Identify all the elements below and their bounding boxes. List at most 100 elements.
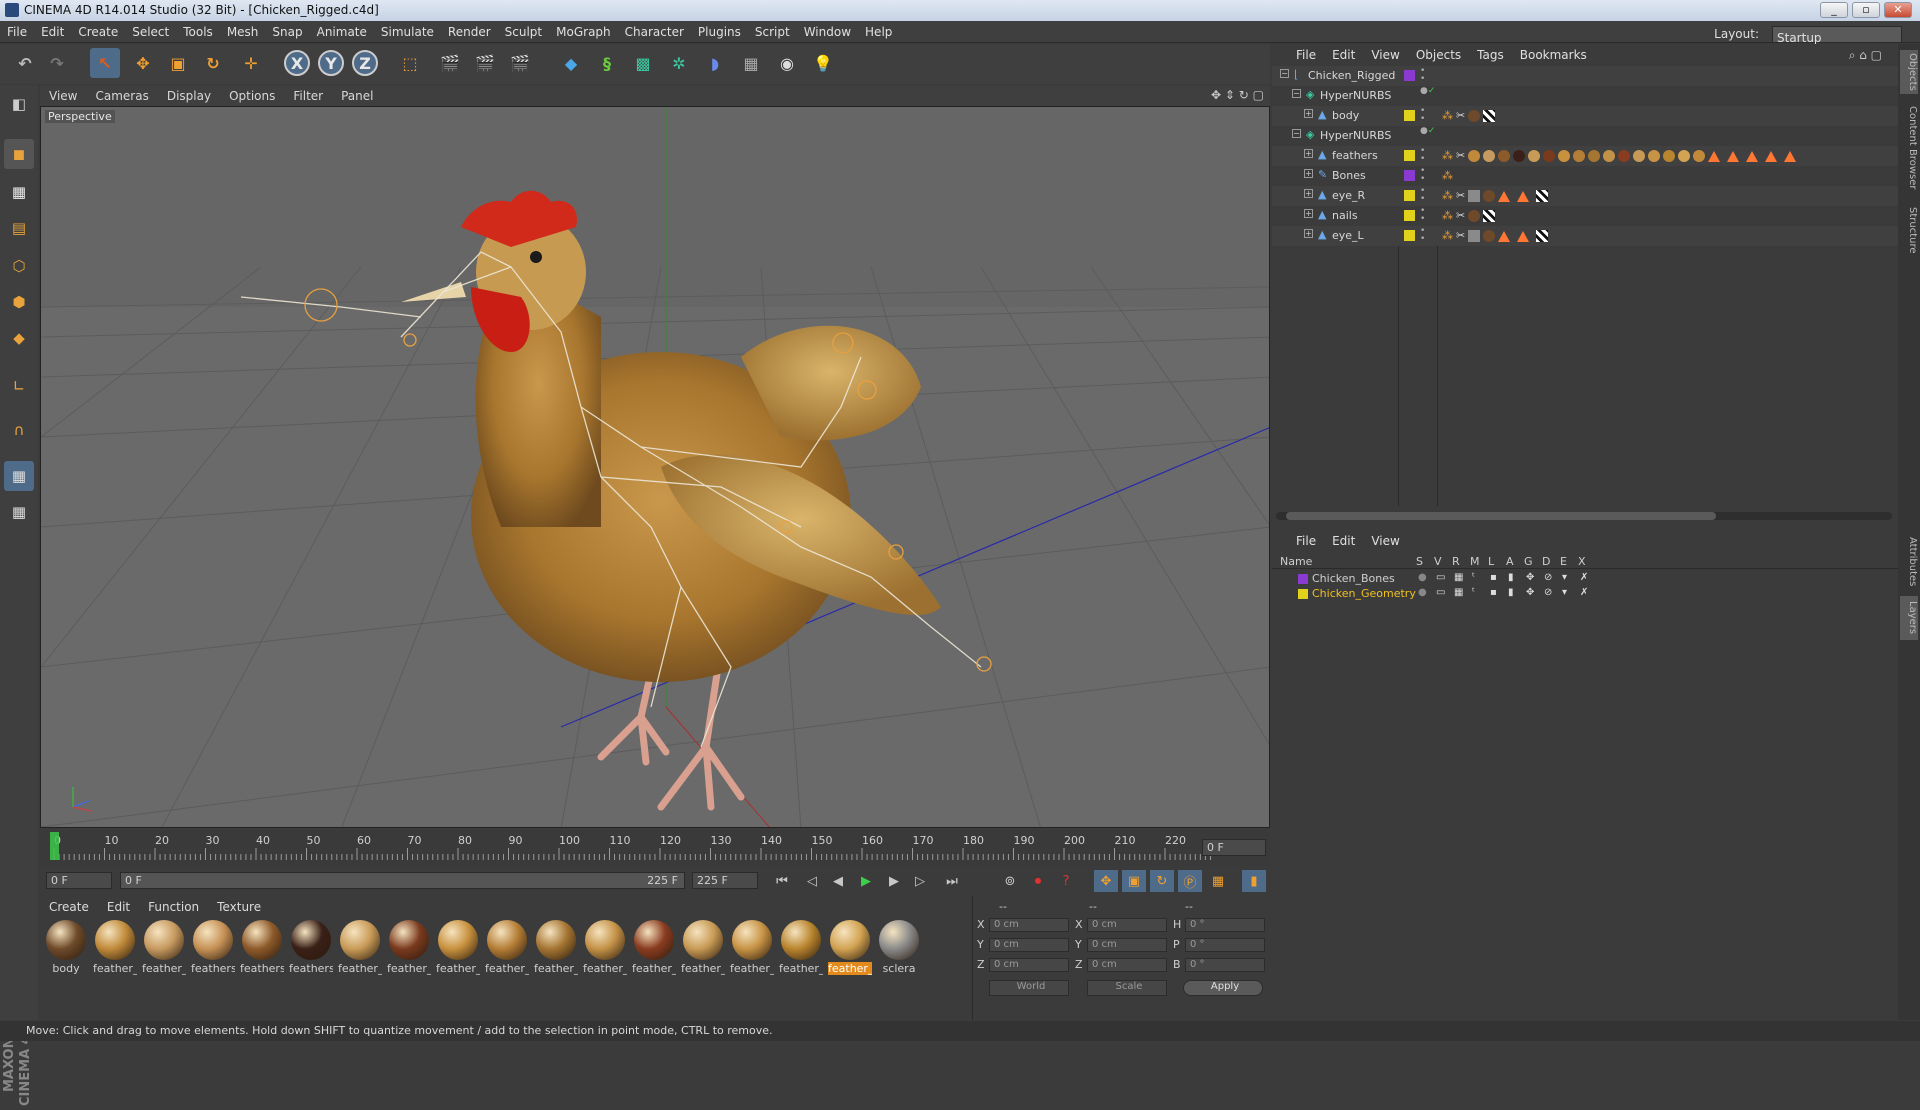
layer-row[interactable]: Chicken_Bones ● ▭ ▦ ᵗ ▪ ▮ ✥ ⊘ ▾ ✗ bbox=[1272, 572, 1898, 586]
layer-column-e[interactable]: E bbox=[1560, 555, 1567, 568]
expand-toggle-icon[interactable]: + bbox=[1304, 229, 1313, 238]
points-mode-icon[interactable]: ⬡ bbox=[4, 251, 34, 281]
object-menu-file[interactable]: File bbox=[1272, 44, 1324, 62]
object-row[interactable]: + ▲ eye_L • • ⁂ ✂ bbox=[1272, 226, 1898, 246]
object-row[interactable]: + ✎ Bones • • ⁂ bbox=[1272, 166, 1898, 186]
layer-toggle-icon[interactable]: ✗ bbox=[1580, 572, 1588, 583]
material-tag-icon[interactable] bbox=[1618, 150, 1631, 162]
expand-toggle-icon[interactable]: + bbox=[1304, 149, 1313, 158]
texture-tag-icon[interactable] bbox=[1536, 230, 1549, 242]
weight-tag-icon[interactable]: ⁂ bbox=[1442, 209, 1453, 222]
material-swatch[interactable]: feathers bbox=[240, 918, 284, 976]
nurbs-icon[interactable]: ▩ bbox=[628, 48, 658, 78]
menu-edit[interactable]: Edit bbox=[34, 21, 71, 39]
expand-toggle-icon[interactable]: − bbox=[1280, 69, 1289, 78]
layer-toggle-icon[interactable]: ⊘ bbox=[1544, 587, 1552, 598]
material-tag-icon[interactable] bbox=[1468, 210, 1481, 222]
material-tag-icon[interactable] bbox=[1558, 150, 1571, 162]
material-swatch[interactable]: feather_ bbox=[436, 918, 480, 976]
object-name[interactable]: nails bbox=[1332, 209, 1358, 222]
material-menu-create[interactable]: Create bbox=[40, 896, 98, 914]
expand-toggle-icon[interactable]: + bbox=[1304, 209, 1313, 218]
undo-icon[interactable]: ↶ bbox=[10, 48, 40, 78]
menu-snap[interactable]: Snap bbox=[265, 21, 309, 39]
object-tags[interactable]: ⁂ ✂ bbox=[1442, 189, 1551, 202]
menu-animate[interactable]: Animate bbox=[310, 21, 374, 39]
layer-color-chip[interactable] bbox=[1404, 70, 1415, 81]
layer-toggle-icon[interactable]: ▦ bbox=[1454, 572, 1463, 583]
layer-color-chip[interactable] bbox=[1404, 170, 1415, 181]
object-tags[interactable]: ⁂ ✂ bbox=[1442, 209, 1498, 222]
menu-character[interactable]: Character bbox=[618, 21, 691, 39]
3d-viewport[interactable]: Perspective bbox=[40, 106, 1270, 828]
coordinate-system-icon[interactable]: ⬚ bbox=[395, 48, 425, 78]
object-name[interactable]: eye_R bbox=[1332, 189, 1365, 202]
x-axis-button[interactable]: X bbox=[284, 50, 310, 76]
material-swatch[interactable]: feather_ bbox=[779, 918, 823, 976]
material-tag-icon[interactable] bbox=[1588, 150, 1601, 162]
material-swatch[interactable]: sclera bbox=[877, 918, 921, 976]
viewport-menu-options[interactable]: Options bbox=[220, 86, 284, 103]
expand-toggle-icon[interactable]: + bbox=[1304, 189, 1313, 198]
menu-file[interactable]: File bbox=[0, 21, 34, 39]
layout-select[interactable]: Startup bbox=[1772, 26, 1902, 45]
material-swatch[interactable]: feathers bbox=[289, 918, 333, 976]
play-icon[interactable]: ▶ bbox=[854, 870, 878, 892]
viewport-menu-panel[interactable]: Panel bbox=[332, 86, 382, 103]
phong-tag-icon[interactable] bbox=[1708, 150, 1721, 162]
phong-tag-icon[interactable] bbox=[1517, 190, 1530, 202]
object-menu-edit[interactable]: Edit bbox=[1324, 44, 1363, 62]
coord-mode-select[interactable]: World bbox=[989, 980, 1069, 996]
material-tag-icon[interactable] bbox=[1468, 190, 1481, 202]
record-keys-icon[interactable]: ⊚ bbox=[998, 870, 1022, 892]
layer-toggle-icon[interactable]: ✗ bbox=[1580, 587, 1588, 598]
texture-tag-icon[interactable] bbox=[1483, 210, 1496, 222]
y-axis-button[interactable]: Y bbox=[318, 50, 344, 76]
camera-icon[interactable]: ◉ bbox=[772, 48, 802, 78]
object-row[interactable]: + ▲ eye_R • • ⁂ ✂ bbox=[1272, 186, 1898, 206]
layer-menu-edit[interactable]: Edit bbox=[1324, 530, 1363, 548]
menu-simulate[interactable]: Simulate bbox=[374, 21, 441, 39]
floor-icon[interactable]: ▦ bbox=[736, 48, 766, 78]
object-name[interactable]: eye_L bbox=[1332, 229, 1364, 242]
menu-render[interactable]: Render bbox=[441, 21, 498, 39]
coord-pos-y-field[interactable]: 0 cm bbox=[989, 938, 1069, 952]
material-swatch[interactable]: feather_ bbox=[681, 918, 725, 976]
side-tab-attributes[interactable]: Attributes bbox=[1900, 532, 1918, 592]
object-row[interactable]: − ◈ HyperNURBS ●✓ bbox=[1272, 126, 1898, 146]
coord-size-x-field[interactable]: 0 cm bbox=[1087, 918, 1167, 932]
material-swatch[interactable]: feather_ bbox=[142, 918, 186, 976]
layer-column-g[interactable]: G bbox=[1524, 555, 1533, 568]
material-menu-texture[interactable]: Texture bbox=[208, 896, 270, 914]
move-icon[interactable]: ✥ bbox=[128, 48, 158, 78]
layer-column-m[interactable]: M bbox=[1470, 555, 1480, 568]
layer-toggle-icon[interactable]: ▭ bbox=[1436, 572, 1445, 583]
coord-p-field[interactable]: 0 ° bbox=[1185, 938, 1265, 952]
object-row[interactable]: − ⌊ Chicken_Rigged • • bbox=[1272, 66, 1898, 86]
next-frame-icon[interactable]: ▶ bbox=[882, 870, 906, 892]
layer-toggle-icon[interactable]: ⊘ bbox=[1544, 572, 1552, 583]
layer-color-chip[interactable] bbox=[1298, 574, 1308, 584]
workplane-icon[interactable]: ▤ bbox=[4, 213, 34, 243]
key-pla-icon[interactable]: ▦ bbox=[1206, 870, 1230, 892]
key-parameter-icon[interactable]: Ⓟ bbox=[1178, 870, 1202, 892]
visibility-dots[interactable]: • • bbox=[1420, 187, 1425, 204]
skin-tag-icon[interactable]: ✂ bbox=[1456, 209, 1465, 222]
skin-tag-icon[interactable]: ✂ bbox=[1456, 189, 1465, 202]
redo-icon[interactable]: ↷ bbox=[42, 48, 72, 78]
layer-menu-file[interactable]: File bbox=[1272, 530, 1324, 548]
coord-size-y-field[interactable]: 0 cm bbox=[1087, 938, 1167, 952]
menu-plugins[interactable]: Plugins bbox=[691, 21, 748, 39]
layer-toggle-icon[interactable]: ● bbox=[1418, 572, 1427, 583]
goto-prev-key-icon[interactable]: ◁ bbox=[800, 870, 824, 892]
render-view-icon[interactable]: 🎬 bbox=[435, 48, 465, 78]
material-tag-icon[interactable] bbox=[1498, 150, 1511, 162]
viewport-menu-filter[interactable]: Filter bbox=[284, 86, 332, 103]
material-swatch[interactable]: feather_ bbox=[485, 918, 529, 976]
material-tag-icon[interactable] bbox=[1483, 190, 1496, 202]
phong-tag-icon[interactable] bbox=[1784, 150, 1797, 162]
model-mode-icon[interactable]: ◼ bbox=[4, 139, 34, 169]
timeline-window-icon[interactable]: ▮ bbox=[1242, 870, 1266, 892]
visibility-dots[interactable]: • • bbox=[1420, 67, 1425, 84]
goto-start-icon[interactable]: ⏮ bbox=[770, 870, 794, 892]
